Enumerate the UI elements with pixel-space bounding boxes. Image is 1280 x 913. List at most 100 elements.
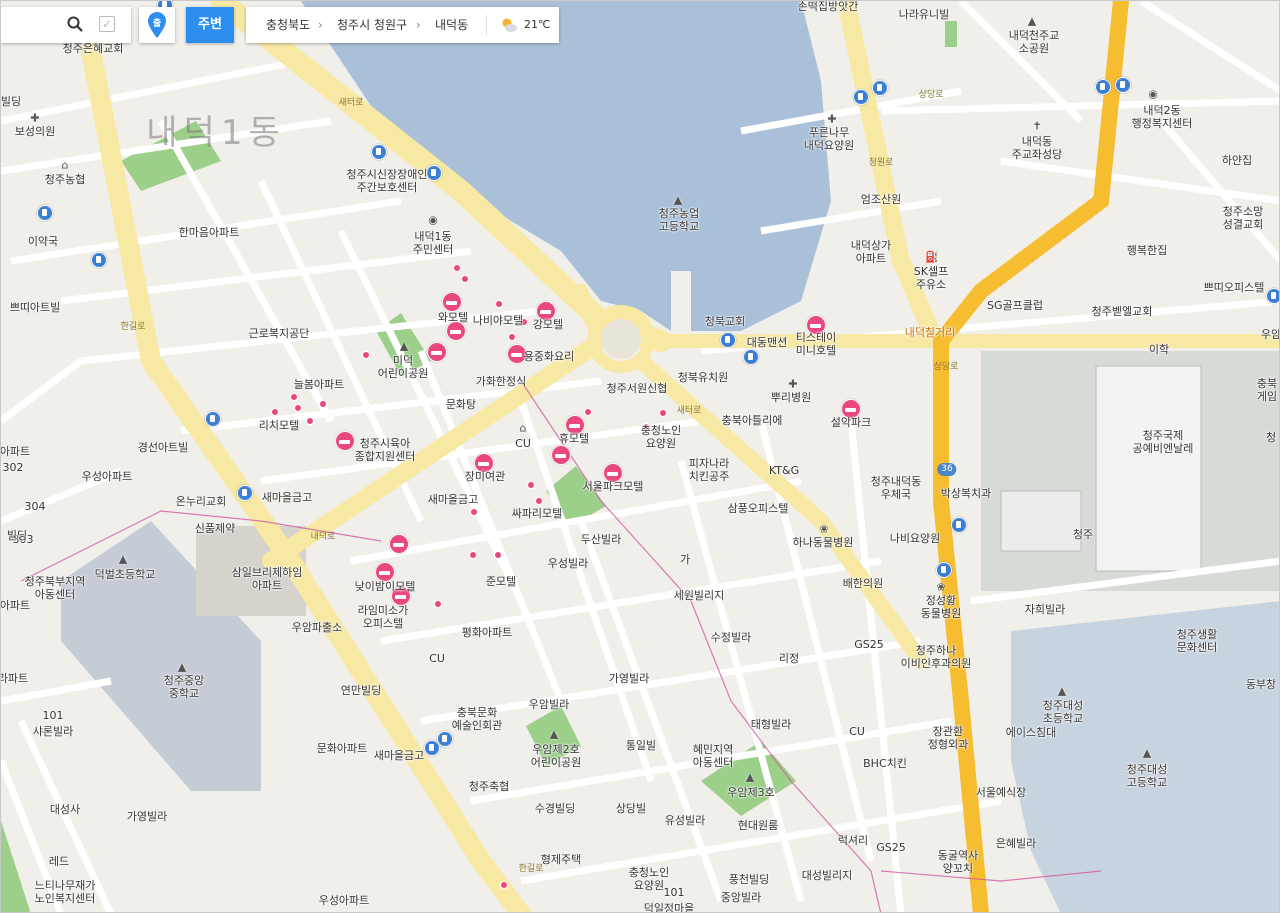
poi-label[interactable]: 가영빌라: [127, 810, 167, 823]
poi-label[interactable]: 나비야모텔: [473, 314, 524, 327]
poi-label[interactable]: 우암: [1261, 328, 1279, 341]
poi-label[interactable]: 청주벧엘교회: [1092, 305, 1153, 318]
poi-label[interactable]: 늘봄아파트: [294, 378, 345, 391]
poi-label[interactable]: 쁘띠아트빌: [10, 301, 61, 314]
search-icon[interactable]: [67, 16, 83, 32]
poi-label[interactable]: 라임미소가 오피스텔: [358, 604, 409, 630]
poi-label[interactable]: 형제주택: [541, 853, 581, 866]
poi-label[interactable]: 청주대성 고등학교: [1127, 763, 1167, 789]
bus-stop-icon[interactable]: [371, 144, 387, 160]
poi-label[interactable]: 하나동물병원: [793, 536, 854, 549]
poi-label[interactable]: KT&G: [769, 464, 799, 477]
poi-label[interactable]: 우성아파트: [319, 894, 370, 907]
poi-label[interactable]: 수경빌딩: [535, 802, 575, 815]
poi-dot[interactable]: [527, 481, 535, 489]
poi-label[interactable]: 쁘띠오피스텔: [1204, 281, 1265, 294]
poi-label[interactable]: 리치모텔: [259, 419, 299, 432]
poi-label[interactable]: 삼일브리제하임 아파트: [232, 566, 303, 592]
poi-dot[interactable]: [535, 497, 543, 505]
breadcrumb-city[interactable]: 청주시 청원구: [337, 7, 407, 43]
poi-label[interactable]: 경선아트빌: [138, 441, 189, 454]
poi-label[interactable]: 우암빌라: [529, 698, 569, 711]
poi-label[interactable]: 은혜빌라: [996, 837, 1036, 850]
poi-label[interactable]: 레드: [49, 855, 69, 868]
poi-label[interactable]: 중앙빌라: [721, 891, 761, 904]
breadcrumb-dong[interactable]: 내덕동: [435, 7, 468, 43]
poi-label[interactable]: 두산빌라: [581, 533, 621, 546]
bus-stop-icon[interactable]: [37, 205, 53, 221]
poi-label[interactable]: 근로복지공단: [249, 327, 310, 340]
poi-label[interactable]: 빌딩: [1, 95, 21, 108]
poi-label[interactable]: 한마음아파트: [179, 226, 240, 239]
poi-label[interactable]: SK셀프 주유소: [914, 265, 948, 291]
poi-label[interactable]: 태형빌라: [751, 718, 791, 731]
poi-label[interactable]: 청주: [1073, 528, 1093, 541]
poi-label[interactable]: 문화아파트: [317, 742, 368, 755]
bus-stop-icon[interactable]: [237, 485, 253, 501]
poi-label[interactable]: BHC치킨: [863, 757, 907, 770]
poi-label[interactable]: 청주소망 성결교회: [1223, 205, 1263, 231]
poi-label[interactable]: 엄조산원: [861, 193, 901, 206]
poi-label[interactable]: 낮이밤이모텔: [355, 580, 416, 593]
poi-label[interactable]: 보성의원: [15, 125, 55, 138]
map-canvas[interactable]: 내덕1동 새터로 새터로 한길로 한길로 내덕로 청원로 상당로 상당로 36: [0, 0, 1280, 913]
poi-label[interactable]: 정성황 동물병원: [921, 594, 961, 620]
poi-label[interactable]: 우성빌라: [548, 557, 588, 570]
poi-label[interactable]: 서울파크모텔: [583, 480, 644, 493]
motel-icon[interactable]: [446, 321, 466, 341]
poi-label[interactable]: 청주하나 이비인후과의원: [901, 644, 972, 670]
poi-label[interactable]: 우암제3호: [727, 786, 774, 799]
poi-label[interactable]: 온누리교회: [176, 495, 227, 508]
poi-label[interactable]: 동굴역사 양꼬치: [938, 849, 978, 875]
poi-dot[interactable]: [470, 508, 478, 516]
poi-dot[interactable]: [495, 300, 503, 308]
poi-label[interactable]: 삼풍오피스텔: [728, 502, 789, 515]
bus-stop-icon[interactable]: [1115, 77, 1131, 93]
poi-label[interactable]: 샤론빌라: [33, 725, 73, 738]
poi-label[interactable]: 새마을금고: [262, 491, 313, 504]
poi-label[interactable]: CU: [849, 725, 865, 738]
poi-label[interactable]: 아파트: [1, 599, 30, 612]
poi-label[interactable]: 청주서원신협: [607, 382, 668, 395]
poi-dot[interactable]: [290, 393, 298, 401]
poi-label[interactable]: 강모텔: [533, 318, 563, 331]
poi-label[interactable]: 덕일정마을: [644, 902, 695, 912]
poi-label[interactable]: 새마을금고: [428, 493, 479, 506]
poi-label[interactable]: 청주대성 초등학교: [1043, 699, 1083, 725]
poi-label[interactable]: 청주북부지역 아동센터: [25, 575, 86, 601]
poi-label[interactable]: CU: [429, 652, 445, 665]
bus-stop-icon[interactable]: [1095, 79, 1111, 95]
poi-label[interactable]: 충북아틀리에: [722, 414, 783, 427]
poi-dot[interactable]: [659, 409, 667, 417]
poi-label[interactable]: 청주내덕동 우체국: [871, 475, 922, 501]
poi-label[interactable]: 가화한정식: [476, 375, 527, 388]
poi-label[interactable]: 청북유치원: [678, 371, 729, 384]
poi-dot[interactable]: [469, 551, 477, 559]
poi-dot[interactable]: [294, 404, 302, 412]
poi-label[interactable]: 내덕칠거리: [905, 326, 956, 339]
bus-stop-icon[interactable]: [91, 252, 107, 268]
poi-label[interactable]: 에이스침대: [1006, 726, 1057, 739]
bus-stop-icon[interactable]: [426, 165, 442, 181]
poi-label[interactable]: 피자나라 치킨공주: [689, 457, 729, 483]
nearby-button[interactable]: 주변: [186, 7, 234, 43]
poi-label[interactable]: 싸파리모텔: [512, 507, 563, 520]
bus-stop-icon[interactable]: [853, 89, 869, 105]
poi-label[interactable]: 자희빌라: [1025, 603, 1065, 616]
motel-icon[interactable]: [442, 292, 462, 312]
bus-stop-icon[interactable]: [872, 80, 888, 96]
poi-label[interactable]: 동부창: [1246, 678, 1276, 691]
poi-dot[interactable]: [306, 417, 314, 425]
poi-label[interactable]: 풍천빌딩: [729, 873, 769, 886]
poi-dot[interactable]: [584, 408, 592, 416]
poi-label[interactable]: 이학: [1149, 343, 1169, 356]
poi-label[interactable]: 배한의원: [843, 577, 883, 590]
poi-label[interactable]: 청주축협: [469, 780, 509, 793]
poi-label[interactable]: 나비요양원: [890, 532, 941, 545]
motel-icon[interactable]: [427, 342, 447, 362]
motel-icon[interactable]: [389, 534, 409, 554]
poi-dot[interactable]: [508, 333, 516, 341]
poi-label[interactable]: 내덕1동 주민센터: [413, 230, 453, 256]
poi-label[interactable]: 수정빌라: [711, 631, 751, 644]
poi-label[interactable]: 문화탕: [446, 398, 476, 411]
